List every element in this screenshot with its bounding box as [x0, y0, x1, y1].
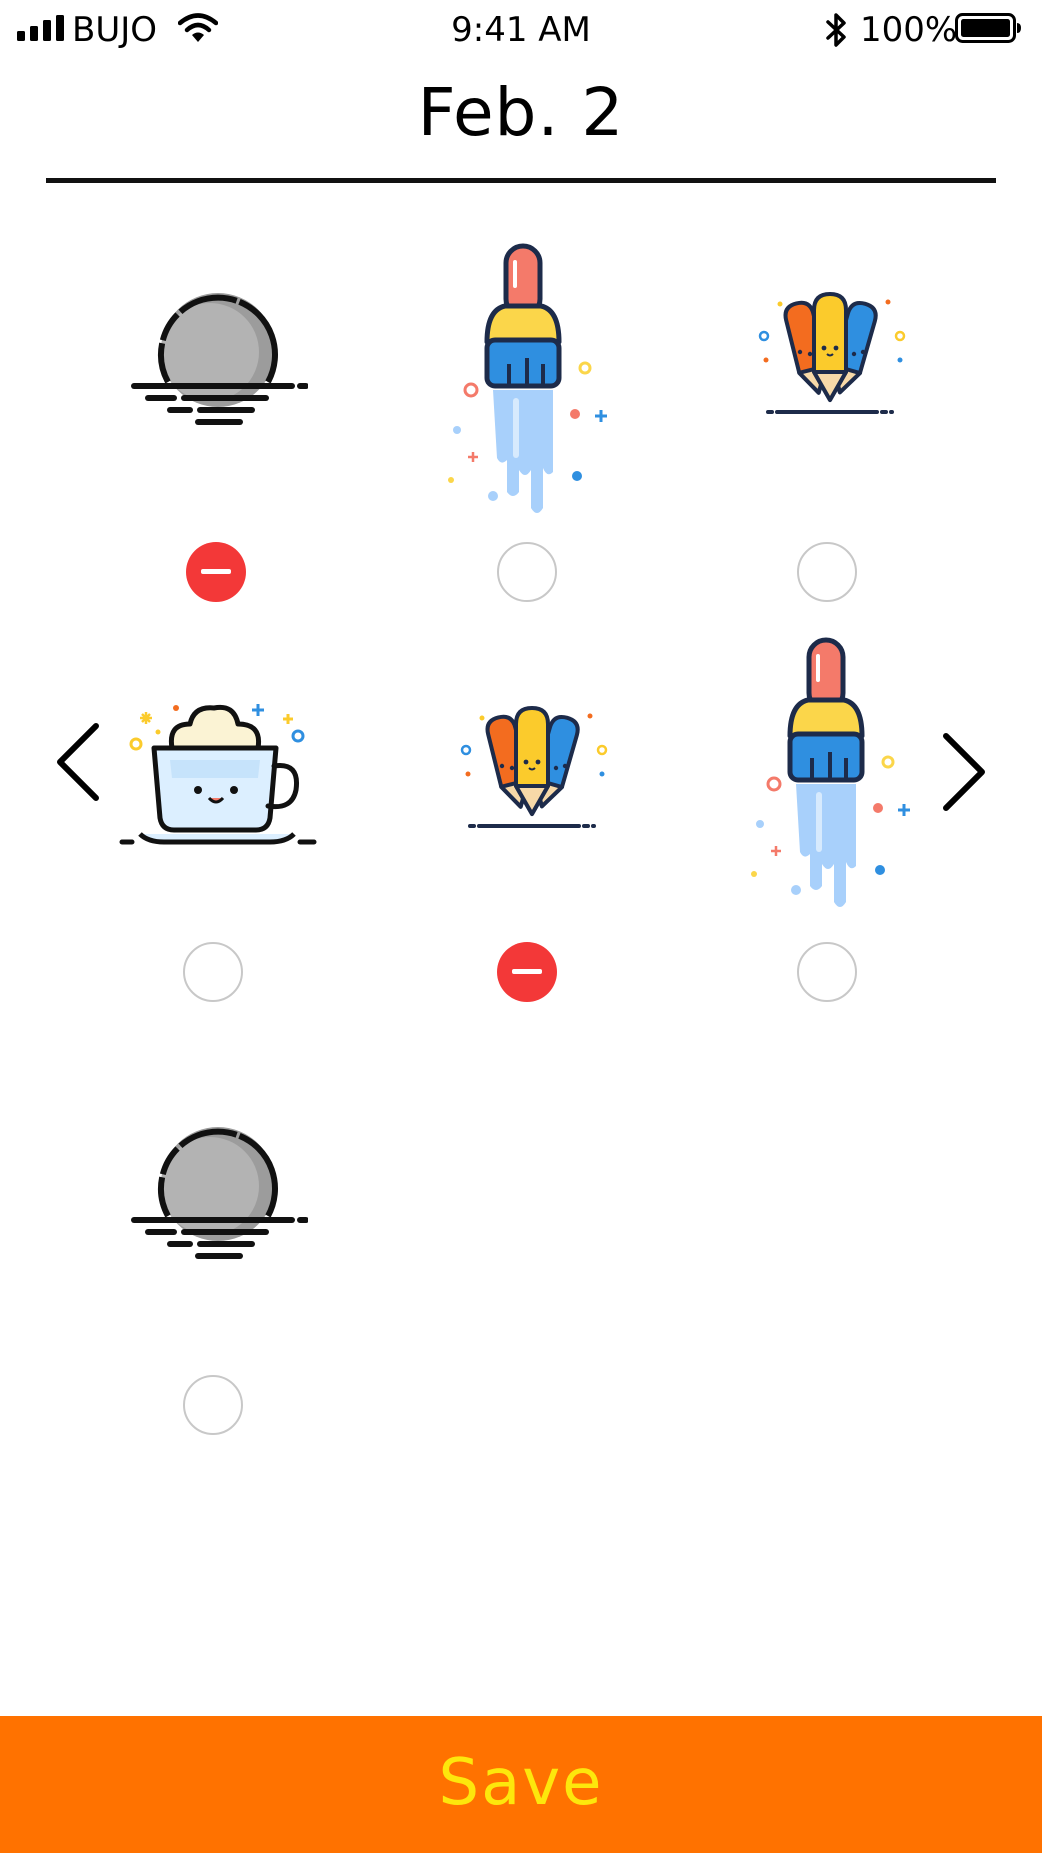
title-divider [46, 178, 996, 183]
sticker-radio-pencils-2[interactable] [497, 942, 557, 1002]
sticker-radio-paintbrush-2[interactable] [797, 942, 857, 1002]
coffee-cup-icon[interactable] [118, 700, 318, 850]
moon-over-water-icon[interactable] [128, 282, 308, 432]
chevron-left-icon[interactable] [50, 720, 104, 804]
battery-full-icon [955, 13, 1021, 43]
sticker-radio-moon-1[interactable] [186, 542, 246, 602]
save-label: Save [438, 1746, 604, 1820]
colored-pencils-icon[interactable] [452, 704, 612, 834]
moon-over-water-icon[interactable] [128, 1116, 308, 1266]
sticker-radio-coffee[interactable] [183, 942, 243, 1002]
battery-percent: 100% [860, 10, 958, 50]
paintbrush-icon[interactable] [746, 634, 916, 914]
status-bar: BUJO 9:41 AM 100% [0, 0, 1042, 60]
chevron-right-icon[interactable] [938, 730, 992, 814]
colored-pencils-icon[interactable] [750, 290, 910, 420]
paintbrush-icon[interactable] [443, 240, 613, 520]
bluetooth-icon [826, 13, 846, 47]
save-button[interactable]: Save [0, 1716, 1042, 1853]
sticker-radio-paintbrush-1[interactable] [497, 542, 557, 602]
sticker-radio-moon-2[interactable] [183, 1375, 243, 1435]
page-title: Feb. 2 [417, 74, 625, 151]
sticker-radio-pencils-1[interactable] [797, 542, 857, 602]
